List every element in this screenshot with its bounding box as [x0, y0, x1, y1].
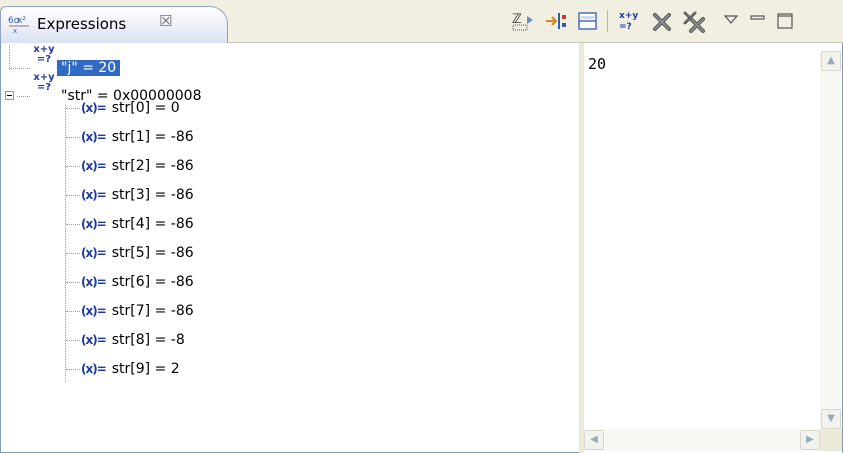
tree-guide-line — [17, 96, 30, 97]
layout-icon[interactable] — [575, 8, 601, 34]
variable-label: str[7] = -86 — [111, 303, 194, 319]
tree-guide-line — [10, 68, 30, 69]
tree-guide-line — [66, 340, 80, 341]
scroll-down-button[interactable]: ▼ — [821, 409, 841, 429]
variable-label: str[1] = -86 — [111, 129, 194, 145]
view-menu-icon[interactable] — [719, 8, 745, 34]
tree-guide-line — [66, 137, 80, 138]
tree-node-variable[interactable]: (x)= str[2] = -86 — [81, 153, 194, 179]
tree-guide-line — [66, 311, 80, 312]
vertical-scrollbar[interactable]: ▲ ▼ — [820, 51, 842, 429]
show-type-names-icon[interactable]: ℤ — [509, 8, 535, 34]
tab-title: Expressions — [37, 15, 127, 33]
tree-guide-line — [66, 224, 80, 225]
tree-node-variable[interactable]: (x)= str[0] = 0 — [81, 95, 180, 121]
tree-guide-line — [66, 108, 80, 109]
tree-guide-line — [66, 369, 80, 370]
variable-label: str[5] = -86 — [111, 245, 194, 261]
variable-icon: (x)= — [81, 101, 107, 115]
close-icon[interactable]: ☒ — [159, 12, 172, 30]
watch-expression-icon: x+y =? — [33, 44, 55, 65]
watch-expression-icon: x+y =? — [33, 72, 55, 93]
variable-icon: (x)= — [81, 275, 107, 289]
expression-label: "j" = 20 — [57, 60, 121, 76]
variable-icon: (x)= — [81, 333, 107, 347]
collapse-toggle[interactable] — [5, 91, 14, 100]
remove-expression-icon[interactable] — [649, 8, 675, 34]
tree-guide-line — [9, 45, 10, 70]
scroll-left-button[interactable]: ◀ — [584, 430, 604, 450]
scroll-up-button[interactable]: ▲ — [821, 51, 841, 71]
tree-node-variable[interactable]: (x)= str[5] = -86 — [81, 240, 194, 266]
tree-node-variable[interactable]: (x)= str[8] = -8 — [81, 327, 185, 353]
detail-value: 20 — [588, 55, 607, 73]
variable-icon: (x)= — [81, 217, 107, 231]
view-toolbar: ℤ x+y =? — [503, 0, 843, 43]
variable-label: str[3] = -86 — [111, 187, 194, 203]
expressions-view-icon: 6σ x² x — [7, 14, 33, 35]
minimize-icon[interactable] — [745, 8, 771, 34]
tree-node-variable[interactable]: (x)= str[6] = -86 — [81, 269, 194, 295]
variable-label: str[6] = -86 — [111, 274, 194, 290]
variable-icon: (x)= — [81, 188, 107, 202]
variable-icon: (x)= — [81, 304, 107, 318]
variable-icon: (x)= — [81, 130, 107, 144]
detail-pane[interactable]: 20 ▲ ▼ ◀ ▶ — [584, 43, 843, 453]
variable-icon: (x)= — [81, 362, 107, 376]
tree-node-variable[interactable]: (x)= str[4] = -86 — [81, 211, 194, 237]
tree-node-variable[interactable]: (x)= str[7] = -86 — [81, 298, 194, 324]
toolbar-separator — [607, 10, 608, 32]
variable-icon: (x)= — [81, 246, 107, 260]
tab-expressions[interactable]: 6σ x² x Expressions ☒ — [0, 6, 228, 43]
svg-text:x: x — [13, 27, 17, 34]
tree-guide-line — [66, 166, 80, 167]
scrollbar-corner — [820, 429, 842, 451]
tree-guide-line — [66, 195, 80, 196]
tree-guide-line — [66, 282, 80, 283]
svg-text:x²: x² — [17, 16, 26, 26]
expressions-tree[interactable]: x+y =? "j" = 20 x+y =? "str" = 0x00000008 … — [0, 43, 579, 453]
tree-node-variable[interactable]: (x)= str[1] = -86 — [81, 124, 194, 150]
collapse-all-icon[interactable] — [543, 8, 569, 34]
view-header: 6σ x² x Expressions ☒ ℤ x+y =? — [0, 0, 843, 43]
variable-label: str[0] = 0 — [111, 100, 180, 116]
svg-text:x+y: x+y — [619, 11, 638, 21]
maximize-icon[interactable] — [773, 8, 799, 34]
remove-all-expressions-icon[interactable] — [681, 8, 707, 34]
variable-label: str[4] = -86 — [111, 216, 194, 232]
tree-node-variable[interactable]: (x)= str[3] = -86 — [81, 182, 194, 208]
horizontal-scrollbar[interactable]: ◀ ▶ — [584, 429, 820, 451]
tree-guide-line — [66, 253, 80, 254]
variable-icon: (x)= — [81, 159, 107, 173]
tree-node-variable[interactable]: (x)= str[9] = 2 — [81, 356, 180, 382]
add-watch-expression-icon[interactable]: x+y =? — [615, 8, 641, 34]
scroll-right-button[interactable]: ▶ — [800, 430, 820, 450]
variable-label: str[2] = -86 — [111, 158, 194, 174]
variable-label: str[9] = 2 — [111, 361, 180, 377]
svg-text:=?: =? — [619, 22, 632, 32]
variable-label: str[8] = -8 — [111, 332, 185, 348]
